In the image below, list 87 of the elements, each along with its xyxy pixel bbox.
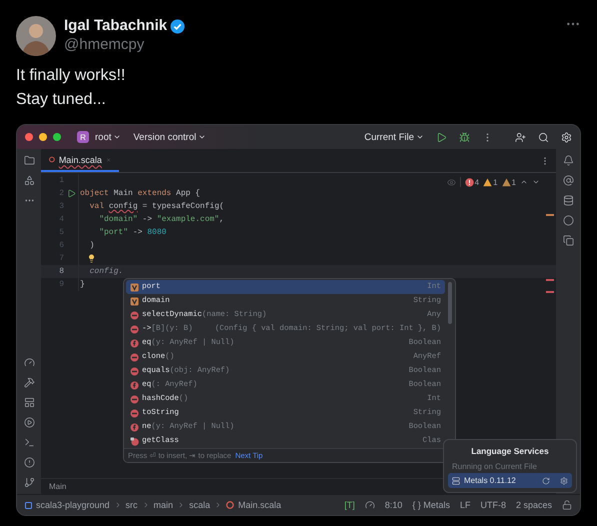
terminal-icon[interactable]	[24, 437, 34, 448]
method-icon	[130, 394, 139, 404]
avatar[interactable]	[16, 16, 56, 56]
indent-setting[interactable]: 2 spaces	[516, 500, 552, 510]
editor-tab[interactable]: Main.scala	[41, 149, 119, 172]
zoom-window-button[interactable]	[53, 133, 61, 141]
code-line: )	[88, 241, 94, 250]
database-icon[interactable]	[562, 195, 574, 206]
breadcrumb-item[interactable]: src	[126, 500, 138, 510]
function-icon	[130, 338, 139, 348]
next-icon[interactable]	[532, 178, 540, 186]
git-icon[interactable]	[24, 477, 34, 488]
code-line: object Main extends App {	[79, 189, 200, 198]
server-icon[interactable]	[452, 476, 460, 484]
gauge-icon[interactable]	[24, 357, 34, 368]
project-icon	[25, 502, 32, 508]
code-line: "port" -> 8080	[98, 228, 166, 237]
run-icon[interactable]	[67, 189, 76, 198]
method-icon	[130, 366, 139, 376]
services-icon[interactable]	[24, 397, 34, 408]
code-line: config.	[88, 267, 124, 276]
error-icon	[464, 178, 474, 186]
folder-icon[interactable]	[24, 155, 34, 166]
previous-icon[interactable]	[520, 178, 528, 186]
run-configuration-dropdown[interactable]: Current File	[364, 132, 424, 142]
breadcrumb-item[interactable]: scala3-playground	[36, 500, 110, 510]
breadcrumb-item[interactable]: main	[154, 500, 174, 510]
popup-title: Language Services	[470, 446, 550, 456]
project-badge: R	[77, 131, 89, 143]
unlock-icon[interactable]	[562, 500, 572, 510]
tweet-text: It finally works!!	[16, 66, 126, 86]
author-name[interactable]: Igal Tabachnik	[64, 17, 168, 35]
caret-icon	[416, 133, 424, 141]
warning-icon	[483, 178, 492, 186]
value-icon	[130, 282, 139, 292]
breadcrumb-item[interactable]: Main.scala	[238, 500, 282, 510]
bell-icon[interactable]	[562, 155, 574, 166]
editor-breadcrumb[interactable]: Main	[49, 482, 66, 491]
minimize-window-button[interactable]	[39, 133, 47, 141]
weak-warning-icon	[502, 178, 511, 186]
project-dropdown[interactable]: root	[95, 132, 122, 142]
scrollbar-thumb[interactable]	[448, 282, 452, 324]
line-ending[interactable]: LF	[460, 500, 470, 510]
tweet-text: Stay tuned...	[16, 90, 107, 110]
debug-icon[interactable]	[459, 132, 470, 142]
gauge-icon[interactable]	[364, 500, 375, 510]
locked-method-icon	[130, 436, 139, 446]
search-icon[interactable]	[538, 132, 549, 142]
breadcrumb-item[interactable]: scala	[189, 500, 210, 510]
author-handle[interactable]: @hmemcpy	[64, 35, 557, 55]
popup-subtitle: Running on Current File	[451, 462, 538, 471]
close-window-button[interactable]	[25, 133, 33, 141]
scala-file-icon	[226, 501, 234, 509]
value-icon	[130, 296, 139, 306]
caret-icon	[113, 133, 122, 141]
function-icon	[130, 380, 139, 390]
method-icon	[130, 408, 139, 418]
code-line: "domain" -> "example.com",	[98, 215, 224, 224]
restart-icon[interactable]	[542, 476, 550, 484]
code-line: }	[79, 280, 85, 289]
circle-icon[interactable]	[562, 215, 574, 226]
add-user-icon[interactable]	[515, 132, 526, 142]
line-number: 8	[58, 267, 64, 276]
function-icon	[130, 422, 139, 432]
problem-count[interactable]: 1	[493, 178, 498, 186]
run-icon[interactable]	[436, 132, 447, 142]
file-encoding[interactable]: UTF-8	[480, 500, 506, 510]
settings-icon[interactable]	[560, 476, 568, 484]
mode-indicator[interactable]: [T]	[344, 500, 355, 510]
problem-count[interactable]: 1	[512, 178, 516, 186]
run-icon[interactable]	[24, 417, 34, 428]
problem-count[interactable]: 4	[474, 178, 480, 186]
method-icon	[130, 324, 139, 334]
settings-icon[interactable]	[561, 132, 572, 142]
problems-icon[interactable]	[24, 457, 34, 468]
hammer-icon[interactable]	[24, 377, 34, 388]
version-control-dropdown[interactable]: Version control	[133, 132, 206, 142]
method-icon	[130, 310, 139, 320]
language-server-item[interactable]: Metals 0.11.12	[448, 473, 572, 488]
caret-icon	[198, 133, 206, 141]
code-line: val config = typesafeConfig(	[88, 202, 224, 211]
cursor-position[interactable]: 8:10	[384, 500, 402, 510]
scala-file-icon	[49, 155, 55, 164]
structure-icon[interactable]	[24, 175, 34, 186]
language-server-status[interactable]: { } Metals	[412, 500, 450, 510]
copy-icon[interactable]	[562, 235, 574, 246]
method-icon	[130, 352, 139, 362]
